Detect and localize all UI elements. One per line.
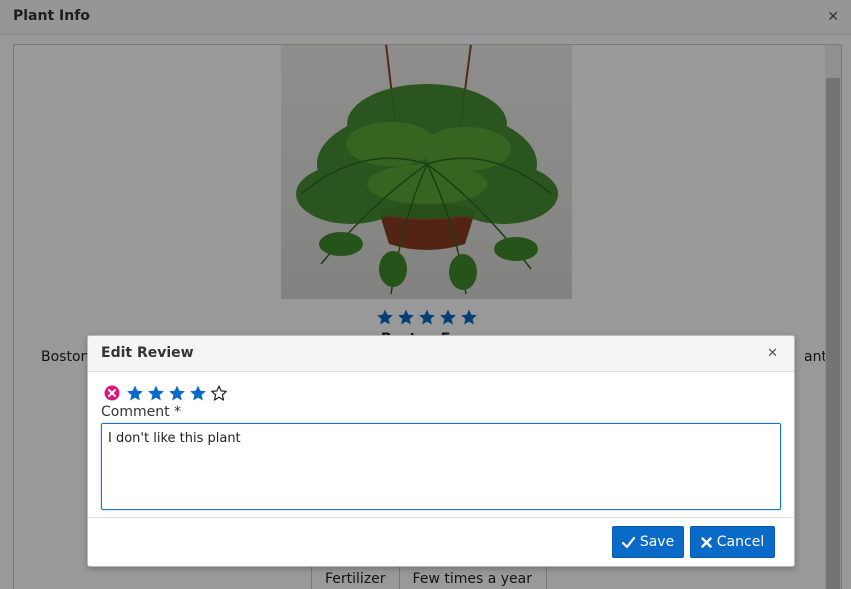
check-icon [621, 536, 635, 548]
star-filled-icon[interactable] [168, 384, 186, 402]
clear-rating-icon[interactable] [104, 385, 120, 401]
save-button-label: Save [639, 534, 675, 550]
rating-input [104, 384, 228, 402]
close-icon[interactable]: ✕ [767, 346, 778, 362]
edit-review-title: Edit Review [101, 345, 194, 361]
star-filled-icon[interactable] [189, 384, 207, 402]
star-filled-icon[interactable] [147, 384, 165, 402]
edit-review-header: Edit Review ✕ [88, 336, 794, 372]
comment-label: Comment * [101, 404, 182, 420]
edit-review-modal: Edit Review ✕ Comment * I don't like thi… [87, 335, 795, 567]
cancel-button-label: Cancel [716, 534, 765, 550]
save-button[interactable]: Save [612, 526, 684, 558]
star-empty-icon[interactable] [210, 384, 228, 402]
star-filled-icon[interactable] [126, 384, 144, 402]
comment-input[interactable]: I don't like this plant [101, 423, 781, 510]
modal-divider [88, 517, 794, 518]
cancel-button[interactable]: Cancel [690, 526, 775, 558]
x-icon [701, 536, 712, 548]
